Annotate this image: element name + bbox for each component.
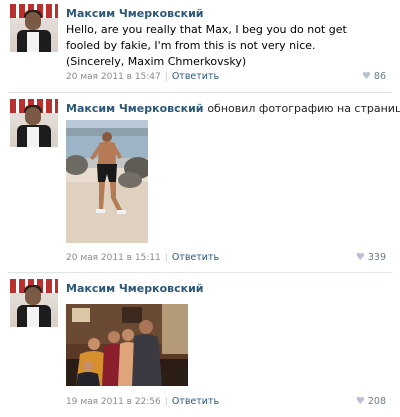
- post-date[interactable]: 20 мая 2011 в 15:11: [66, 253, 161, 263]
- post-text: Hello, are you really that Max, I beg yo…: [66, 23, 347, 68]
- beach-running-photo[interactable]: [66, 120, 148, 243]
- author-avatar[interactable]: [10, 279, 58, 327]
- post-date[interactable]: 19 мая 2011 в 22:56: [66, 397, 161, 407]
- author-avatar[interactable]: [10, 99, 58, 147]
- avatar-shirt: [27, 307, 39, 327]
- post-action-text: обновил фотографию на странице:: [207, 102, 400, 115]
- author-name-link[interactable]: Максим Чмерковский обновил фотографию на…: [66, 102, 400, 115]
- meta-separator: |: [164, 72, 168, 82]
- avatar-shirt: [27, 32, 39, 52]
- avatar-head: [25, 12, 41, 30]
- group-photo-image: [66, 304, 188, 386]
- meta-separator: |: [164, 397, 168, 407]
- heart-icon: ♥: [355, 396, 365, 407]
- like-button[interactable]: ♥ 339: [356, 252, 386, 263]
- reply-link[interactable]: Ответить: [172, 71, 219, 82]
- post-meta: 20 мая 2011 в 15:47 | Ответить: [66, 71, 219, 82]
- wall-post: Максим Чмерковский Hello, are you really…: [0, 0, 400, 92]
- heart-icon: ♥: [361, 71, 371, 82]
- reply-link[interactable]: Ответить: [172, 396, 219, 407]
- beach-running-photo-image: [66, 120, 148, 243]
- post-meta: 19 мая 2011 в 22:56 | Ответить: [66, 396, 219, 407]
- reply-link[interactable]: Ответить: [172, 252, 219, 263]
- author-name-link[interactable]: Максим Чмерковский: [66, 282, 203, 295]
- post-date[interactable]: 20 мая 2011 в 15:47: [66, 72, 161, 82]
- post-meta: 20 мая 2011 в 15:11 | Ответить: [66, 252, 219, 263]
- wall-post: Максим Чмерковский 19 мая 2011 в 22:56 | О…: [0, 273, 400, 417]
- like-button[interactable]: ♥ 208: [356, 396, 386, 407]
- heart-icon: ♥: [355, 252, 365, 263]
- like-button[interactable]: ♥ 86: [362, 71, 386, 82]
- like-count: 208: [367, 396, 386, 407]
- avatar-head: [25, 107, 41, 125]
- meta-separator: |: [164, 253, 168, 263]
- author-name-link[interactable]: Максим Чмерковский: [66, 7, 203, 20]
- like-count: 339: [367, 252, 386, 263]
- avatar-head: [25, 287, 41, 305]
- group-photo[interactable]: [66, 304, 188, 386]
- author-avatar[interactable]: [10, 4, 58, 52]
- avatar-shirt: [27, 127, 39, 147]
- like-count: 86: [373, 71, 386, 82]
- wall-post: Максим Чмерковский обновил фотографию на…: [0, 93, 400, 272]
